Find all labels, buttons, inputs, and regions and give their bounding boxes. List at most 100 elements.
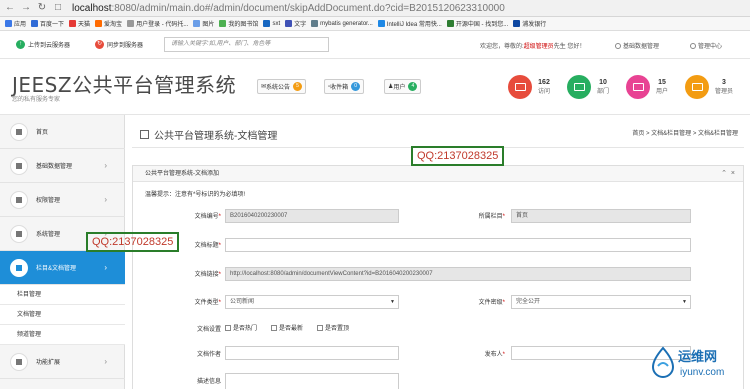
qq-text: QQ:2137028325 bbox=[92, 236, 174, 248]
stat-num: 10 bbox=[599, 79, 607, 86]
chevron-down-icon: ▼ bbox=[682, 299, 687, 305]
hot-checkbox[interactable]: 是否热门 bbox=[225, 323, 257, 332]
sidebar-item-base-data[interactable]: 基础数据管理 › bbox=[0, 149, 125, 183]
admin-center-menu[interactable]: 管理中心 bbox=[690, 41, 722, 50]
bookmark-item[interactable]: IntelliJ Idea 常用快... bbox=[377, 19, 442, 28]
qq-overlay-left: QQ:2137028325 bbox=[86, 232, 180, 252]
bookmark-icon bbox=[285, 20, 293, 27]
bookmark-item[interactable]: 图片 bbox=[193, 19, 214, 28]
sidebar-subitem-documents[interactable]: 文档管理 bbox=[0, 305, 125, 325]
user-icon bbox=[626, 75, 650, 99]
sidebar-item-columns-docs[interactable]: 栏目&文档管理 › bbox=[0, 251, 125, 285]
forward-icon[interactable]: → bbox=[20, 2, 32, 14]
doc-no-label: 文档编号* bbox=[194, 214, 221, 220]
stat-visits[interactable]: 162 访问 bbox=[508, 75, 550, 99]
top-checkbox[interactable]: 是否置顶 bbox=[317, 323, 349, 332]
sidebar-item-extensions[interactable]: 功能扩展 › bbox=[0, 345, 125, 379]
type-select[interactable]: 公司新闻 ▼ bbox=[225, 295, 399, 309]
stat-departments[interactable]: 10 部门 bbox=[567, 75, 609, 99]
url-path: :8080/admin/main.do#/admin/document/skip… bbox=[111, 2, 505, 14]
stat-label: 部门 bbox=[597, 89, 610, 95]
link-field[interactable]: http://localhost:8080/admin/documentView… bbox=[225, 267, 691, 281]
author-field[interactable] bbox=[225, 346, 399, 360]
stat-admins[interactable]: 3 管理员 bbox=[685, 75, 733, 99]
bookmark-item[interactable]: mybatis generator... bbox=[311, 20, 373, 27]
base-data-menu[interactable]: 基础数据管理 bbox=[615, 41, 659, 50]
collapse-icon[interactable]: ⌃ bbox=[721, 170, 727, 177]
form-warning: 温馨提示：注意有*号标识的为必填项! bbox=[145, 189, 245, 198]
bookmark-icon bbox=[31, 20, 39, 27]
search-input[interactable]: 请输入关键字:如,用户、部门、角色等 bbox=[164, 37, 329, 52]
bookmark-label: 天猫 bbox=[78, 22, 91, 28]
breadcrumb[interactable]: 首页 > 文档&栏目管理 > 文档&栏目管理 bbox=[632, 128, 738, 137]
sidebar-subitem-channels[interactable]: 频道管理 bbox=[0, 325, 125, 345]
column-label-text: 所属栏目 bbox=[478, 214, 503, 220]
qq-text: QQ:2137028325 bbox=[417, 150, 499, 162]
upload-cloud-button[interactable]: ↑ 上传到云服务器 bbox=[16, 40, 70, 49]
notice-button[interactable]: ✉ 系统公告 5 bbox=[257, 79, 307, 94]
url-field[interactable]: localhost:8080/admin/main.do#/admin/docu… bbox=[72, 3, 505, 14]
admin-icon bbox=[685, 75, 709, 99]
bookmark-item[interactable]: sxt bbox=[263, 20, 280, 27]
base-data-label: 基础数据管理 bbox=[623, 44, 660, 50]
bookmark-item[interactable]: 浦发银行 bbox=[513, 19, 546, 28]
bookmark-label: IntelliJ Idea 常用快... bbox=[386, 22, 442, 28]
bookmark-label: 爱淘宝 bbox=[104, 22, 123, 28]
bookmark-item[interactable]: 爱淘宝 bbox=[95, 19, 122, 28]
doc-no-field[interactable]: B2016040200230007 bbox=[225, 209, 399, 223]
warn-text: 注意有*号标识的为必填项! bbox=[175, 192, 246, 198]
link-label: 文档链接* bbox=[194, 272, 221, 278]
bookmark-icon bbox=[193, 20, 201, 27]
sidebar-item-permissions[interactable]: 权限管理 › bbox=[0, 183, 125, 217]
stat-users[interactable]: 15 用户 bbox=[626, 75, 668, 99]
bookmark-label: 浦发银行 bbox=[522, 22, 547, 28]
reload-icon[interactable]: ↻ bbox=[36, 2, 48, 14]
bookmark-item[interactable]: 百度一下 bbox=[31, 19, 64, 28]
bookmark-item[interactable]: 我的图书馆 bbox=[219, 19, 258, 28]
bookmark-item[interactable]: 应用 bbox=[5, 19, 26, 28]
title-field[interactable] bbox=[225, 238, 691, 252]
bookmark-icon bbox=[446, 20, 454, 27]
users-button[interactable]: ♟ 用户 4 bbox=[384, 79, 422, 94]
chevron-right-icon: › bbox=[104, 357, 107, 366]
watermark-cn: 运维网 bbox=[678, 349, 718, 364]
watermark: 运维网 iyunv.com bbox=[650, 342, 750, 389]
bookmark-item[interactable]: 开源中国 - 找到您... bbox=[446, 19, 508, 28]
bookmarks-bar: 应用 百度一下 天猫 爱淘宝 用户登录 - 代码托... 图片 我的图书馆 sxt 文字 myba… bbox=[0, 17, 750, 31]
sidebar: 首页 基础数据管理 › 权限管理 › 系统管理 › 栏目&文档管理 › 栏目管理… bbox=[0, 115, 125, 389]
panel-title: 公共平台管理系统-文档添加 bbox=[145, 171, 219, 177]
column-field[interactable]: 首页 bbox=[511, 209, 691, 223]
close-icon[interactable]: × bbox=[731, 170, 735, 177]
top-checkbox-label: 是否置顶 bbox=[325, 326, 350, 332]
sidebar-item-label: 首页 bbox=[36, 130, 49, 136]
bookmark-icon bbox=[69, 20, 77, 27]
desc-field[interactable] bbox=[225, 373, 399, 389]
page-icon: □ bbox=[54, 2, 62, 13]
sync-server-button[interactable]: ↻ 同步到服务器 bbox=[95, 40, 143, 49]
secret-select[interactable]: 完全公开 ▼ bbox=[511, 295, 691, 309]
bookmark-icon bbox=[95, 20, 103, 27]
upload-cloud-label: 上传到云服务器 bbox=[28, 43, 71, 49]
qq-overlay-top: QQ:2137028325 bbox=[411, 146, 505, 166]
gear-icon bbox=[615, 42, 621, 49]
sidebar-subitem-columns[interactable]: 栏目管理 bbox=[0, 285, 125, 305]
bookmark-label: 图片 bbox=[202, 22, 215, 28]
bookmark-item[interactable]: 用户登录 - 代码托... bbox=[127, 19, 188, 28]
slogan: 您的私有服务专家 bbox=[12, 97, 61, 103]
author-label: 文档作者 bbox=[196, 352, 221, 358]
document-icon bbox=[140, 130, 149, 139]
newest-checkbox[interactable]: 是否最新 bbox=[271, 323, 303, 332]
document-icon bbox=[10, 258, 28, 277]
page-title: 公共平台管理系统-文档管理 bbox=[140, 127, 277, 142]
back-icon[interactable]: ← bbox=[4, 2, 16, 14]
visits-icon bbox=[508, 75, 532, 99]
bookmark-icon bbox=[127, 20, 135, 27]
bookmark-icon bbox=[311, 20, 319, 27]
stat-num: 15 bbox=[658, 79, 666, 86]
bookmark-item[interactable]: 天猫 bbox=[69, 19, 90, 28]
sidebar-item-label: 基础数据管理 bbox=[36, 164, 73, 170]
bookmark-icon bbox=[513, 20, 521, 27]
sidebar-item-home[interactable]: 首页 bbox=[0, 115, 125, 149]
inbox-button[interactable]: ▫ 收件箱 0 bbox=[324, 79, 365, 94]
bookmark-item[interactable]: 文字 bbox=[285, 19, 306, 28]
